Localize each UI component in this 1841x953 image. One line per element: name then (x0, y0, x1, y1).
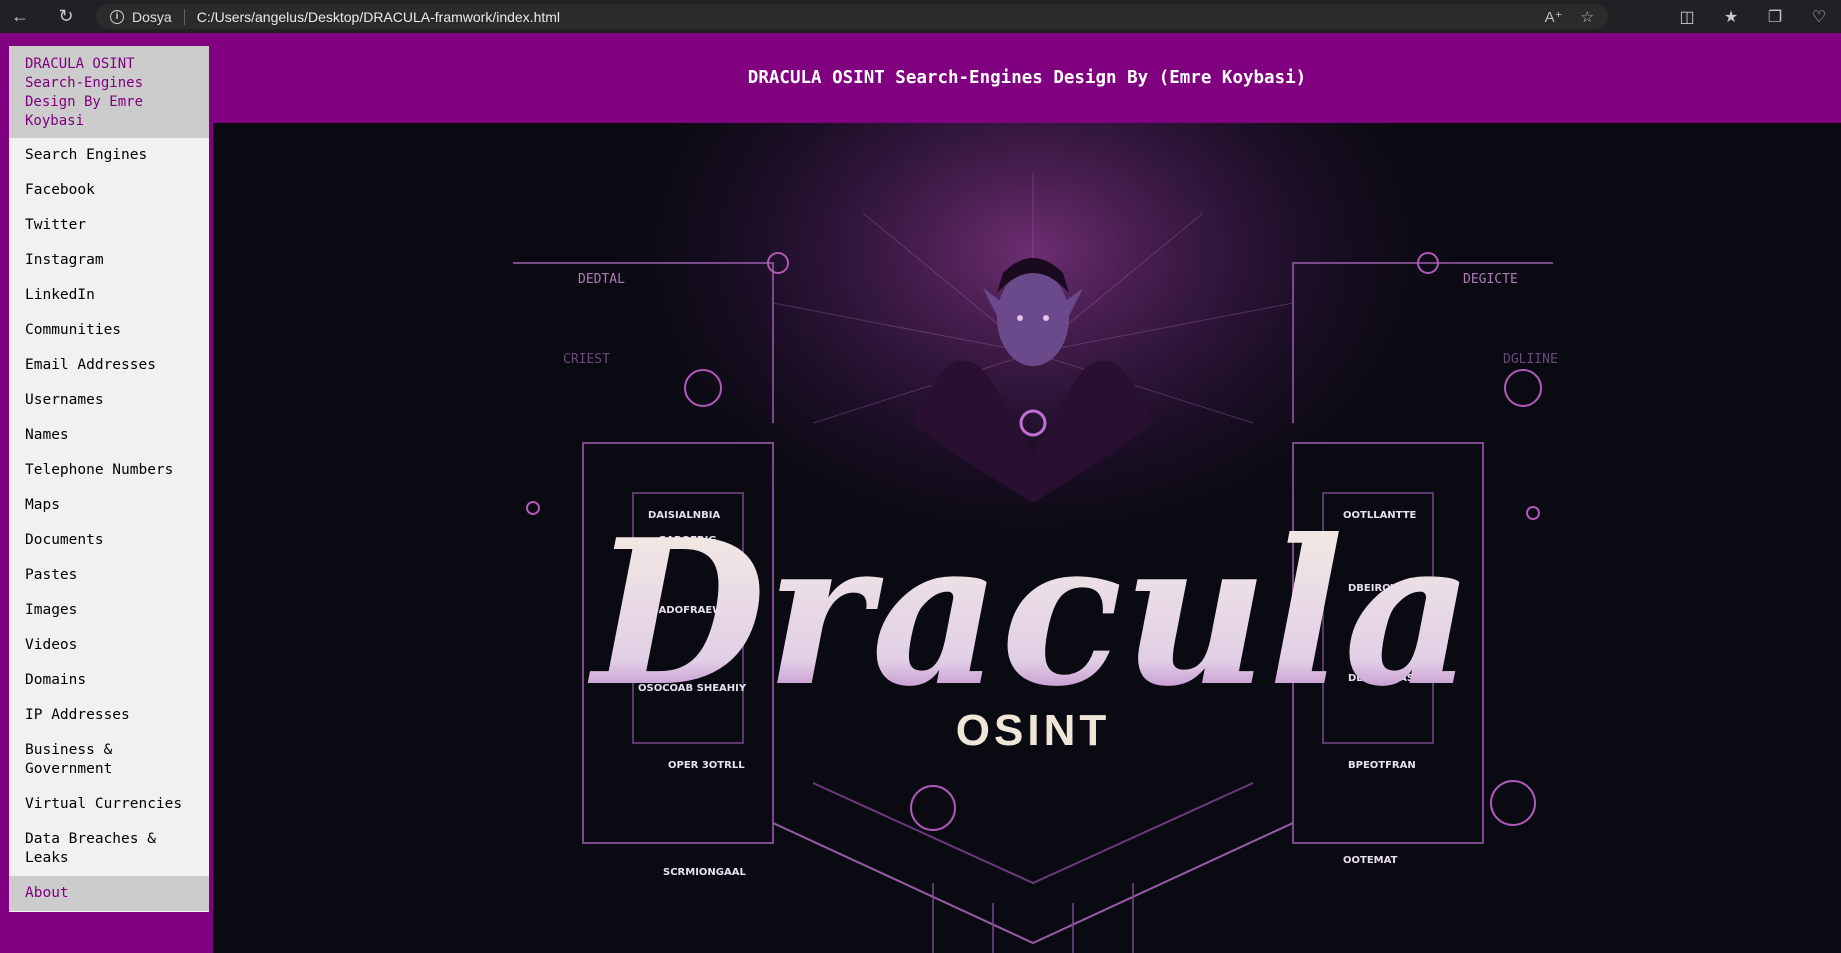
svg-text:SCRMIONGAAL: SCRMIONGAAL (663, 867, 746, 878)
sidebar-item-documents[interactable]: Documents (9, 523, 209, 558)
sidebar-item-domains[interactable]: Domains (9, 663, 209, 698)
collections-icon[interactable]: ❐ (1753, 0, 1797, 33)
split-screen-icon[interactable]: ◫ (1665, 0, 1709, 33)
sidebar-item-about[interactable]: About (9, 876, 209, 911)
browser-toolbar: ← ↻ i Dosya C:/Users/angelus/Desktop/DRA… (0, 0, 1841, 33)
sidebar-item-instagram[interactable]: Instagram (9, 243, 209, 278)
svg-text:DEGICTE: DEGICTE (1463, 272, 1518, 287)
svg-text:DEDTAL: DEDTAL (578, 272, 625, 287)
svg-text:CRIEST: CRIEST (563, 352, 610, 367)
dracula-banner-image: DEDTAL DEGICTE CRIEST DGLIINE DAISIALNBI… (213, 123, 1841, 953)
sidebar-item-maps[interactable]: Maps (9, 488, 209, 523)
sidebar-item-ip-addresses[interactable]: IP Addresses (9, 698, 209, 733)
page: DRACULA OSINT Search-Engines Design By E… (0, 33, 1841, 953)
sidebar-item-facebook[interactable]: Facebook (9, 173, 209, 208)
dracula-logo: Dracula OSINT (587, 496, 1473, 755)
sidebar: DRACULA OSINT Search-Engines Design By E… (9, 46, 209, 912)
svg-text:OPER 3OTRLL: OPER 3OTRLL (668, 760, 745, 771)
refresh-icon[interactable]: ↻ (46, 0, 86, 33)
page-title: DRACULA OSINT Search-Engines Design By (… (747, 68, 1307, 88)
site-info-label[interactable]: Dosya (132, 9, 172, 25)
sidebar-item-data-breaches-leaks[interactable]: Data Breaches & Leaks (9, 822, 209, 876)
address-divider (183, 8, 185, 25)
svg-text:OOTEMAT: OOTEMAT (1343, 855, 1398, 866)
url-text[interactable]: C:/Users/angelus/Desktop/DRACULA-framwor… (197, 9, 560, 25)
read-aloud-icon[interactable]: A⁺ (1545, 8, 1563, 26)
sidebar-item-linkedin[interactable]: LinkedIn (9, 278, 209, 313)
sidebar-item-names[interactable]: Names (9, 418, 209, 453)
sidebar-item-videos[interactable]: Videos (9, 628, 209, 663)
address-bar[interactable]: i Dosya C:/Users/angelus/Desktop/DRACULA… (96, 4, 1608, 29)
sidebar-item-virtual-currencies[interactable]: Virtual Currencies (9, 787, 209, 822)
sidebar-item-telephone-numbers[interactable]: Telephone Numbers (9, 453, 209, 488)
sidebar-item-communities[interactable]: Communities (9, 313, 209, 348)
sidebar-item-business-government[interactable]: Business & Government (9, 733, 209, 787)
page-header: DRACULA OSINT Search-Engines Design By (… (213, 33, 1841, 123)
favorites-icon[interactable]: ★ (1709, 0, 1753, 33)
logo-text: Dracula (587, 496, 1473, 731)
star-icon[interactable]: ☆ (1581, 8, 1594, 26)
back-arrow-icon[interactable]: ← (0, 0, 40, 33)
logo-subtext: OSINT (956, 706, 1110, 755)
info-icon[interactable]: i (110, 9, 124, 24)
sidebar-item-email-addresses[interactable]: Email Addresses (9, 348, 209, 383)
sidebar-item-images[interactable]: Images (9, 593, 209, 628)
hero-banner: DEDTAL DEGICTE CRIEST DGLIINE DAISIALNBI… (213, 123, 1841, 953)
sidebar-item-search-engines[interactable]: Search Engines (9, 138, 209, 173)
sidebar-item-usernames[interactable]: Usernames (9, 383, 209, 418)
svg-text:BPEOTFRAN: BPEOTFRAN (1348, 760, 1416, 771)
health-icon[interactable]: ♡ (1797, 0, 1841, 33)
svg-text:DGLIINE: DGLIINE (1503, 352, 1558, 367)
sidebar-item-pastes[interactable]: Pastes (9, 558, 209, 593)
sidebar-brand[interactable]: DRACULA OSINT Search-Engines Design By E… (9, 46, 209, 138)
sidebar-item-twitter[interactable]: Twitter (9, 208, 209, 243)
